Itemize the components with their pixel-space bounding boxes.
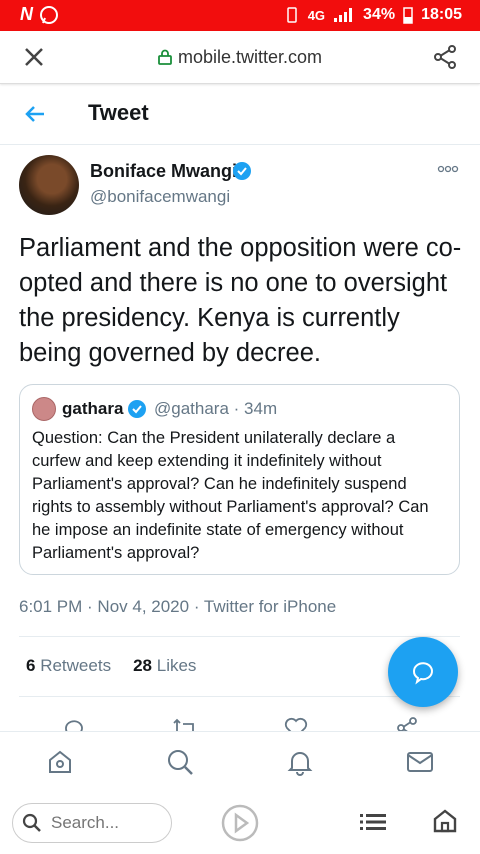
chat-bubble-icon (413, 662, 433, 685)
retweets-label: Retweets (40, 656, 112, 675)
likes-label: Likes (156, 656, 197, 675)
share-icon[interactable] (395, 716, 419, 732)
share-icon[interactable] (432, 44, 458, 70)
status-bar: N 4G 34% 18:05 (0, 0, 480, 31)
battery-icon (403, 7, 413, 24)
likes-count: 28 (133, 656, 152, 675)
author-handle[interactable]: @bonifacemwangi (90, 187, 230, 207)
reply-icon[interactable] (62, 716, 86, 732)
home-icon[interactable] (46, 748, 74, 776)
menu-list-icon[interactable] (360, 812, 386, 832)
tweet-time[interactable]: 6:01 PM (19, 597, 82, 616)
url-display[interactable]: mobile.twitter.com (0, 47, 480, 68)
divider (19, 636, 460, 637)
author-name[interactable]: Boniface Mwangi (90, 161, 237, 182)
retweets-stat[interactable]: 6 Retweets (26, 656, 111, 676)
tweet-source[interactable]: Twitter for iPhone (204, 597, 336, 616)
notifications-bell-icon[interactable] (286, 748, 314, 776)
url-text: mobile.twitter.com (177, 47, 323, 67)
vibrate-icon (286, 7, 297, 23)
twitter-tab-bar (0, 731, 480, 794)
divider (19, 696, 460, 697)
tweet-stats: 6 Retweets 28 Likes (26, 656, 196, 676)
search-icon (22, 813, 41, 832)
signal-icon (334, 8, 353, 22)
quoted-text: Question: Can the President unilaterally… (32, 429, 429, 562)
quoted-tweet[interactable]: gathara @gathara · 34m Question: Can the… (19, 384, 460, 575)
verified-badge-icon (233, 162, 251, 180)
browser-home-icon[interactable] (432, 808, 458, 834)
quoted-handle-age: @gathara · 34m (154, 399, 278, 418)
more-options-icon[interactable] (437, 165, 459, 173)
quoted-author-name: gathara (62, 399, 124, 418)
tweet-text: Parliament and the opposition were co-op… (19, 234, 462, 367)
search-input[interactable] (49, 812, 163, 834)
quoted-handle: @gathara (154, 399, 229, 418)
tweet-timestamp: 6:01 PM · Nov 4, 2020 · Twitter for iPho… (19, 597, 337, 616)
lock-icon (158, 49, 172, 65)
tweet-actions (0, 712, 480, 732)
browser-bottom-bar (0, 793, 480, 854)
page-header: Tweet (0, 84, 480, 145)
play-video-icon[interactable] (221, 804, 259, 842)
messages-envelope-icon[interactable] (406, 748, 434, 776)
network-type: 4G (307, 7, 326, 23)
compose-reply-button[interactable] (388, 637, 458, 707)
quoted-avatar (32, 397, 56, 421)
back-arrow-icon[interactable] (24, 102, 48, 126)
netflix-icon: N (20, 4, 33, 24)
retweet-icon[interactable] (172, 716, 198, 732)
browser-toolbar: mobile.twitter.com (0, 31, 480, 84)
battery-percent: 34% (363, 6, 396, 23)
tweet-author: Boniface Mwangi @bonifacemwangi (19, 155, 459, 217)
whatsapp-icon (40, 5, 58, 24)
likes-stat[interactable]: 28 Likes (133, 656, 196, 676)
clock: 18:05 (421, 6, 462, 23)
verified-badge-icon (128, 400, 146, 418)
page-title: Tweet (88, 100, 149, 125)
browser-search-box[interactable] (12, 803, 172, 843)
tweet-date[interactable]: Nov 4, 2020 (97, 597, 189, 616)
author-avatar[interactable] (19, 155, 79, 215)
search-icon[interactable] (166, 748, 194, 776)
quoted-age: 34m (244, 399, 278, 418)
retweets-count: 6 (26, 656, 36, 675)
like-icon[interactable] (284, 716, 308, 732)
